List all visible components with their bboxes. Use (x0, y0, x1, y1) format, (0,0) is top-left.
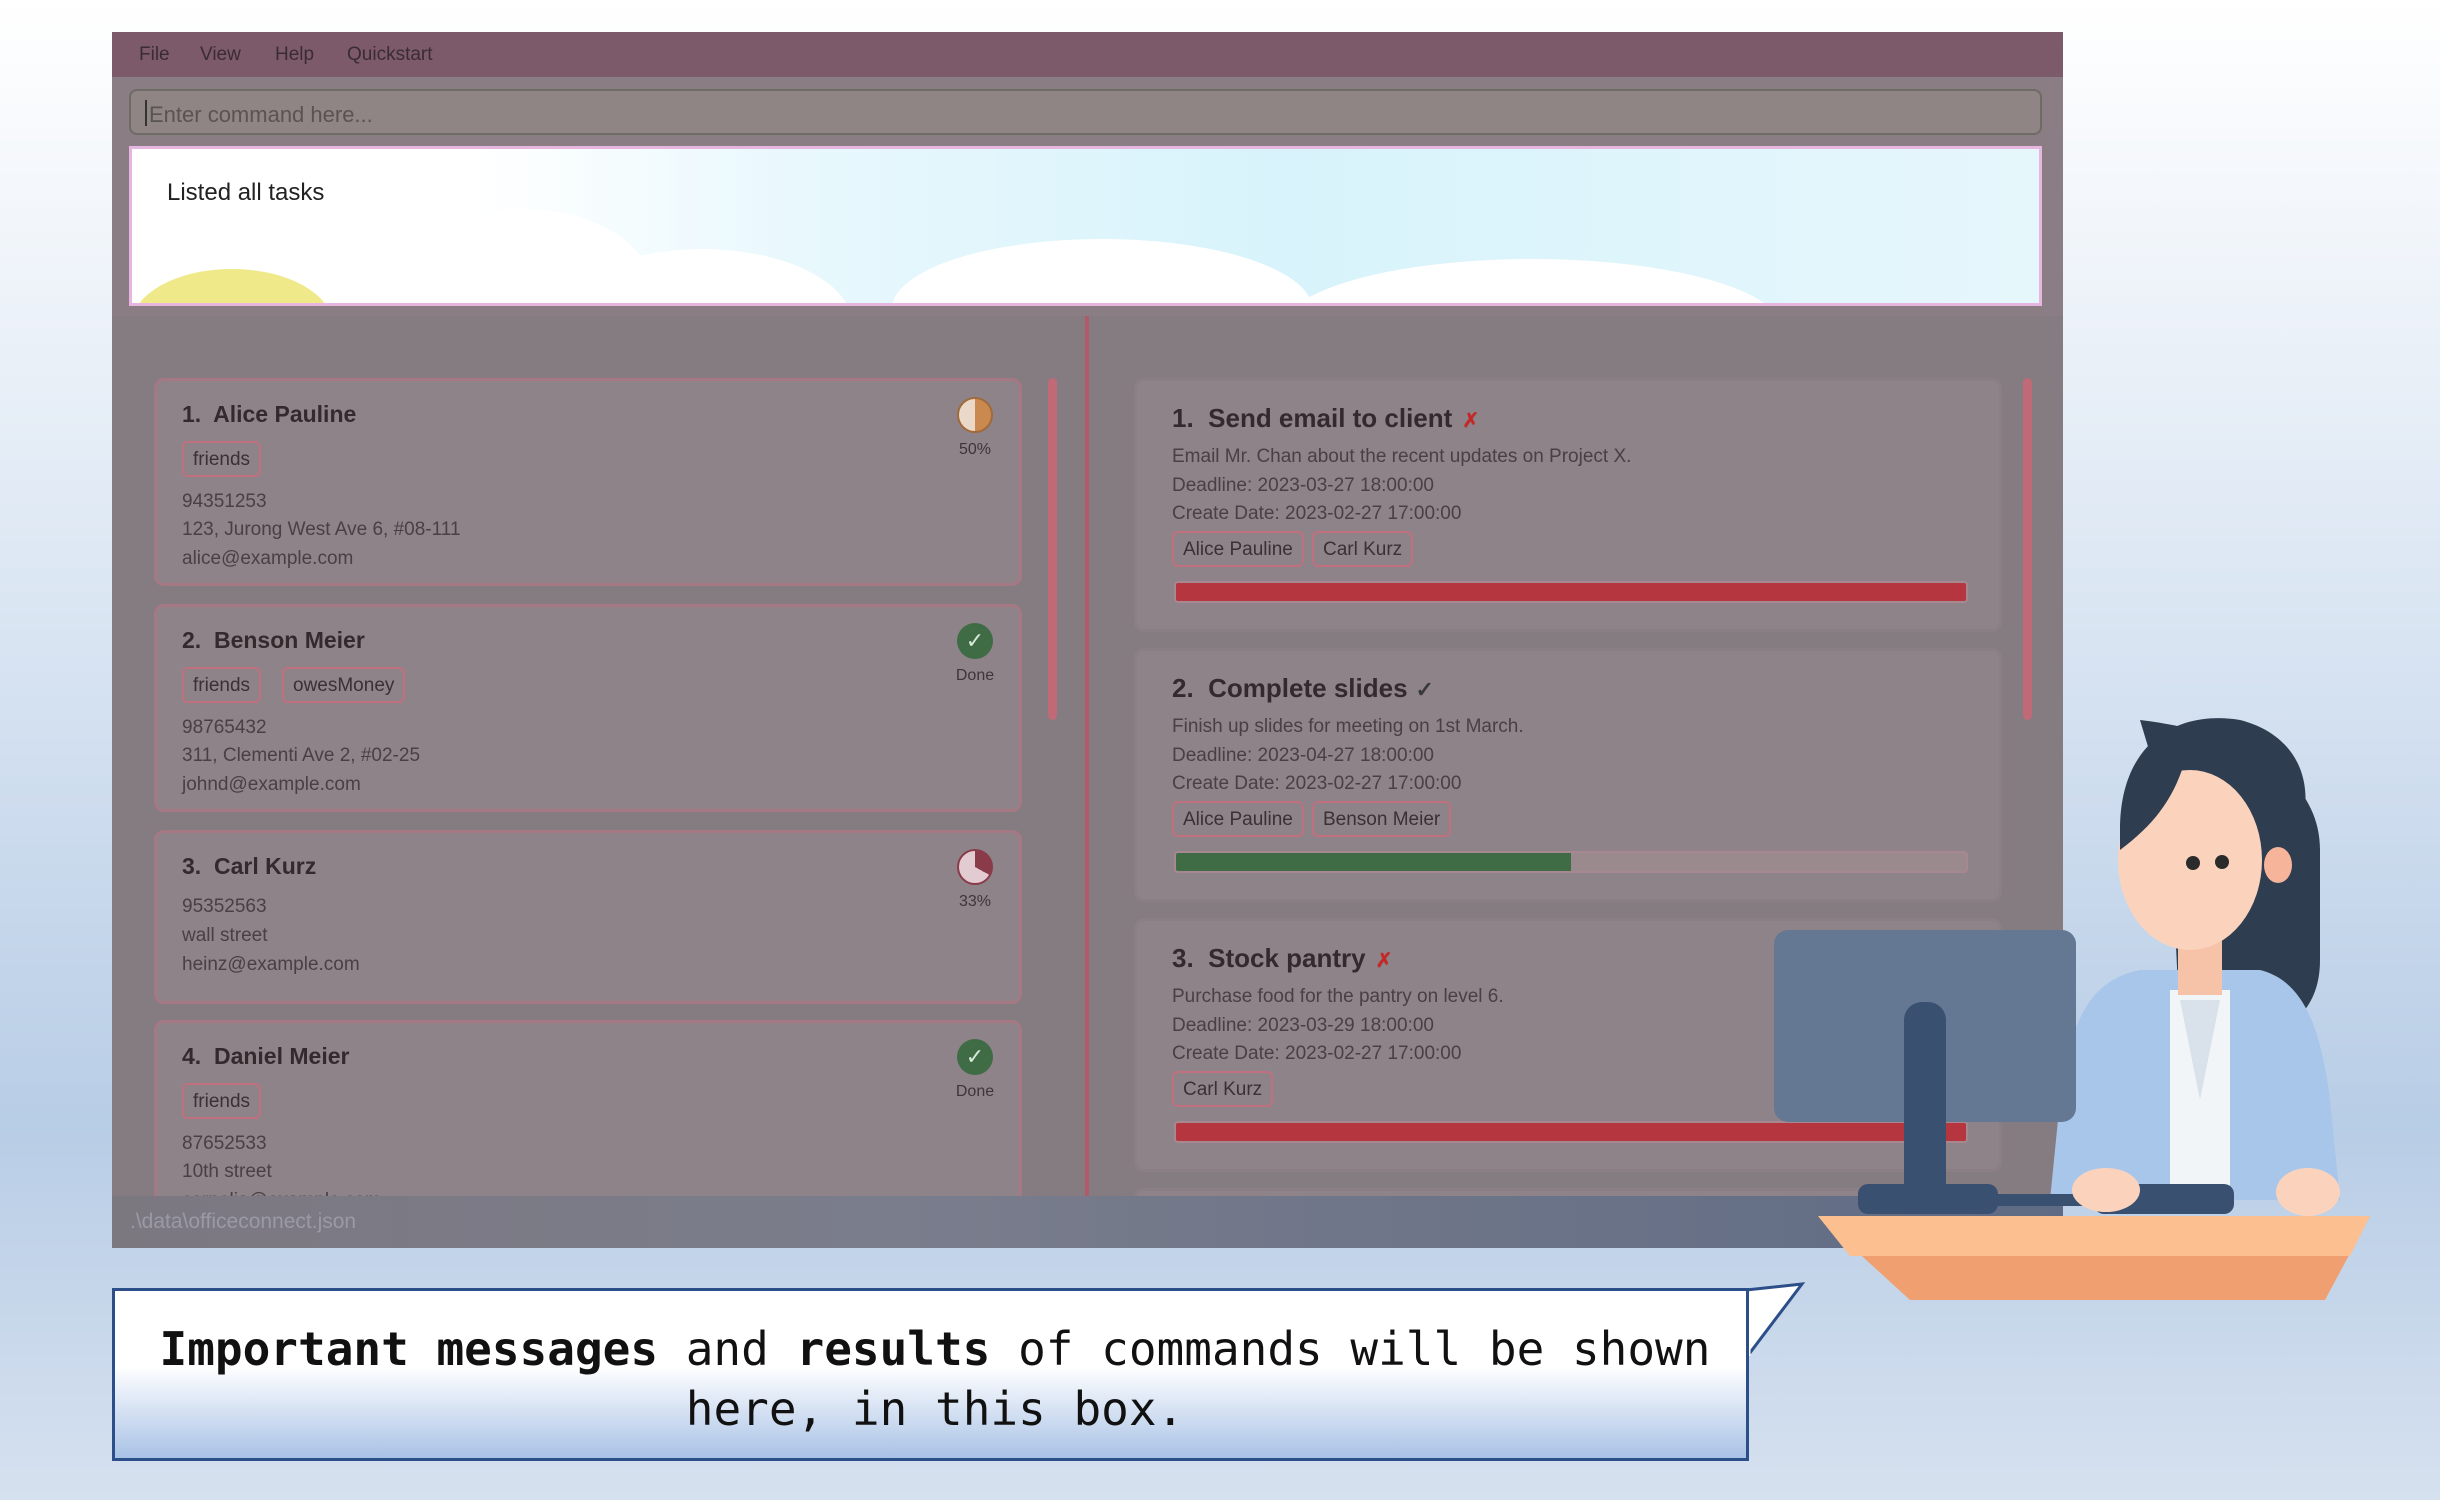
person-status: Done (955, 1083, 995, 1100)
person-phone: 94351253 (182, 491, 267, 512)
callout-text: Important messages and results of comman… (159, 1322, 1711, 1436)
task-card[interactable]: 1. Send email to client ✗ Email Mr. Chan … (1134, 378, 2002, 632)
person-name: 3. Carl Kurz (182, 853, 317, 879)
menu-quickstart[interactable]: Quickstart (347, 44, 433, 66)
person-card[interactable]: 3. Carl Kurz 95352563 wall street heinz@… (154, 830, 1022, 1004)
task-list-scrollbar[interactable] (2023, 378, 2032, 720)
panel-divider[interactable] (1085, 316, 1089, 1196)
person-status: 50% (958, 441, 992, 458)
task-create-date: Create Date: 2023-02-27 17:00:00 (1172, 773, 1462, 794)
menu-file[interactable]: File (139, 44, 170, 66)
menu-help[interactable]: Help (275, 44, 314, 66)
task-description: Email Mr. Chan about the recent updates … (1172, 446, 1632, 467)
person-address: wall street (182, 925, 268, 946)
task-progress-bar (1174, 581, 1968, 603)
result-display: Listed all tasks (129, 146, 2042, 306)
result-message: Listed all tasks (167, 179, 325, 206)
incomplete-mark-icon: ✗ (1375, 950, 1393, 972)
person-status: 33% (958, 893, 992, 910)
task-description: Finish up slides for meeting on 1st Marc… (1172, 716, 1524, 737)
sun-decoration (132, 269, 332, 303)
check-circle-icon: ✓ (957, 623, 993, 659)
callout-box: Important messages and results of comman… (112, 1288, 1749, 1461)
assignee-tag: Alice Pauline (1172, 801, 1304, 837)
check-circle-icon: ✓ (957, 1039, 993, 1075)
data-file-path: .\data\officeconnect.json (130, 1210, 357, 1233)
person-phone: 95352563 (182, 896, 267, 917)
office-worker-illustration (1774, 718, 2370, 1300)
task-title: 3. Stock pantry ✗ (1172, 943, 1393, 973)
tag: friends (182, 1083, 262, 1119)
menu-bar: File View Help Quickstart (112, 32, 2063, 77)
person-email: heinz@example.com (182, 954, 360, 975)
text-caret (145, 100, 147, 126)
person-email: alice@example.com (182, 548, 354, 569)
incomplete-mark-icon: ✗ (1462, 410, 1480, 432)
person-phone: 98765432 (182, 717, 267, 738)
command-input[interactable]: Enter command here... (129, 89, 2042, 135)
task-deadline: Deadline: 2023-03-29 18:00:00 (1172, 1015, 1434, 1036)
progress-pie-icon (957, 397, 993, 433)
person-phone: 87652533 (182, 1133, 267, 1154)
task-title: 2. Complete slides ✓ (1172, 673, 1434, 703)
assignee-tag: Alice Pauline (1172, 531, 1304, 567)
task-deadline: Deadline: 2023-03-27 18:00:00 (1172, 475, 1434, 496)
tag: friends (182, 667, 262, 703)
task-create-date: Create Date: 2023-02-27 17:00:00 (1172, 503, 1462, 524)
task-deadline: Deadline: 2023-04-27 18:00:00 (1172, 745, 1434, 766)
progress-fill (1176, 583, 1966, 601)
assignee-tag: Carl Kurz (1172, 1071, 1274, 1107)
person-address: 123, Jurong West Ave 6, #08-111 (182, 519, 461, 540)
assignee-tag: Benson Meier (1312, 801, 1452, 837)
menu-view[interactable]: View (200, 44, 241, 66)
person-list-scrollbar[interactable] (1048, 378, 1057, 720)
command-placeholder: Enter command here... (149, 102, 373, 127)
person-name: 1. Alice Pauline (182, 401, 357, 427)
person-status: Done (955, 667, 995, 684)
person-name: 4. Daniel Meier (182, 1043, 350, 1069)
task-description: Purchase food for the pantry on level 6. (1172, 986, 1504, 1007)
person-card[interactable]: 2. Benson Meier friends owesMoney 987654… (154, 604, 1022, 812)
progress-pie-icon (957, 849, 993, 885)
cloud-decoration (892, 239, 1312, 303)
progress-fill (1176, 853, 1571, 871)
complete-check-icon: ✓ (1415, 677, 1434, 702)
person-card[interactable]: 1. Alice Pauline friends 94351253 123, J… (154, 378, 1022, 586)
task-title: 1. Send email to client ✗ (1172, 403, 1480, 433)
person-address: 311, Clementi Ave 2, #02-25 (182, 745, 421, 766)
task-create-date: Create Date: 2023-02-27 17:00:00 (1172, 1043, 1462, 1064)
cloud-decoration (1282, 259, 1782, 303)
person-email: johnd@example.com (182, 774, 361, 795)
tag: owesMoney (282, 667, 406, 703)
assignee-tag: Carl Kurz (1312, 531, 1414, 567)
tag: friends (182, 441, 262, 477)
person-name: 2. Benson Meier (182, 627, 365, 653)
person-address: 10th street (182, 1161, 272, 1182)
